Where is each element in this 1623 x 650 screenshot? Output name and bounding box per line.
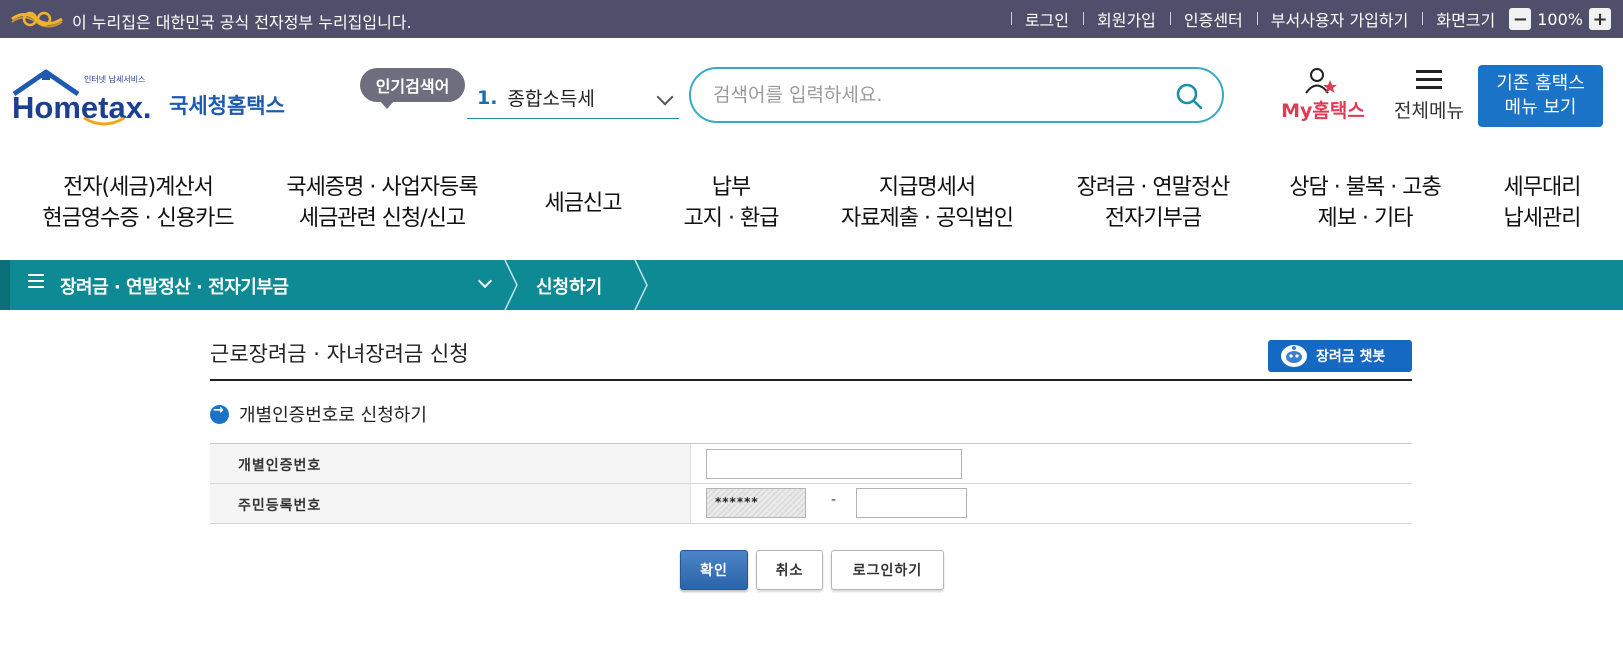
breadcrumb: 장려금 · 연말정산 · 전자기부금 신청하기 xyxy=(0,260,1623,310)
incentive-chatbot-button[interactable]: 장려금 챗봇 xyxy=(1268,340,1412,372)
nav-item-incentives[interactable]: 장려금 · 연말정산 전자기부금 xyxy=(1068,172,1238,234)
breadcrumb-separator-icon xyxy=(634,260,648,310)
popular-term: 종합소득세 xyxy=(507,88,595,110)
nav-item-certificates[interactable]: 국세증명 · 사업자등록 세금관련 신청/신고 xyxy=(282,172,482,234)
confirm-button[interactable]: 확인 xyxy=(680,550,748,590)
screen-size-label: 화면크기 xyxy=(1422,7,1509,31)
page-title: 근로장려금 · 자녀장려금 신청 xyxy=(210,342,469,366)
form-row-rrn: 주민등록번호 ****** - xyxy=(210,484,1412,524)
rrn-back-input[interactable] xyxy=(856,488,967,518)
nav-item-payment[interactable]: 납부 고지 · 환급 xyxy=(676,172,786,234)
zoom-in-button[interactable]: + xyxy=(1589,8,1611,30)
nav-item-consulting[interactable]: 상담 · 불복 · 고충 제보 · 기타 xyxy=(1280,172,1450,234)
gov-links: 로그인 회원가입 인증센터 부서사용자 가입하기 화면크기 − 100% + xyxy=(1010,0,1611,38)
search-icon[interactable] xyxy=(1174,81,1204,111)
login-button[interactable]: 로그인하기 xyxy=(831,550,944,590)
my-hometax-button[interactable]: My홈택스 xyxy=(1273,66,1373,126)
cancel-button[interactable]: 취소 xyxy=(756,550,823,590)
login-link[interactable]: 로그인 xyxy=(1010,7,1083,31)
nav-item-tax-agent[interactable]: 세무대리 납세관리 xyxy=(1492,172,1592,234)
arrow-right-icon xyxy=(210,403,229,424)
breadcrumb-edge xyxy=(0,260,10,310)
hamburger-icon xyxy=(1416,70,1442,90)
chatbot-label: 장려금 챗봇 xyxy=(1316,349,1386,365)
auth-number-label: 개별인증번호 xyxy=(210,444,690,483)
gov-notice-bar: 이 누리집은 대한민국 공식 전자정부 누리집입니다. 로그인 회원가입 인증센… xyxy=(0,0,1623,38)
chatbot-icon xyxy=(1281,345,1307,367)
nav-item-statements[interactable]: 지급명세서 자료제출 · 공익법인 xyxy=(832,172,1022,234)
breadcrumb-level1[interactable]: 장려금 · 연말정산 · 전자기부금 xyxy=(60,273,289,299)
all-menu-button[interactable]: 전체메뉴 xyxy=(1384,66,1474,126)
section-title: 개별인증번호로 신청하기 xyxy=(239,405,427,426)
popular-search-select[interactable]: 1. 종합소득세 xyxy=(467,77,679,119)
main-nav: 전자(세금)계산서 현금영수증 · 신용카드 국세증명 · 사업자등록 세금관련… xyxy=(0,166,1623,246)
egov-logo-icon xyxy=(11,11,63,28)
user-star-icon xyxy=(1305,68,1337,94)
gov-notice-text: 이 누리집은 대한민국 공식 전자정부 누리집입니다. xyxy=(72,13,412,32)
search-input[interactable] xyxy=(713,79,1153,111)
title-divider xyxy=(210,379,1412,381)
rrn-front-masked: ****** xyxy=(706,488,806,518)
auth-number-input[interactable] xyxy=(706,449,962,479)
rrn-cell: ****** - xyxy=(690,484,1412,523)
form-row-auth-number: 개별인증번호 xyxy=(210,444,1412,484)
my-hometax-label: My홈택스 xyxy=(1281,100,1365,122)
form-buttons: 확인 취소 로그인하기 xyxy=(680,550,952,590)
rrn-label: 주민등록번호 xyxy=(210,484,690,523)
popular-search-badge: 인기검색어 xyxy=(360,68,465,109)
logo-wordmark: Hometax. xyxy=(12,90,152,125)
hometax-logo[interactable]: Hometax. 인터넷 납세서비스 국세청홈택스 xyxy=(12,68,285,130)
logo-small-text: 인터넷 납세서비스 xyxy=(84,75,146,84)
search-box xyxy=(689,67,1224,123)
breadcrumb-level2[interactable]: 신청하기 xyxy=(536,273,602,299)
chevron-down-icon[interactable] xyxy=(477,273,493,289)
breadcrumb-separator-icon xyxy=(504,260,518,310)
auth-form: 개별인증번호 주민등록번호 ****** - xyxy=(210,443,1412,524)
all-menu-label: 전체메뉴 xyxy=(1394,100,1464,122)
nav-item-e-invoice[interactable]: 전자(세금)계산서 현금영수증 · 신용카드 xyxy=(38,172,238,234)
nav-item-tax-filing[interactable]: 세금신고 xyxy=(528,188,638,219)
signup-link[interactable]: 회원가입 xyxy=(1083,7,1170,31)
breadcrumb-menu-icon[interactable] xyxy=(28,274,44,290)
popular-rank: 1. xyxy=(477,86,498,109)
rrn-separator: - xyxy=(831,492,837,508)
old-hometax-menu-button[interactable]: 기존 홈택스 메뉴 보기 xyxy=(1478,65,1603,127)
zoom-level: 100% xyxy=(1537,9,1583,29)
dept-user-signup-link[interactable]: 부서사용자 가입하기 xyxy=(1256,7,1423,31)
zoom-out-button[interactable]: − xyxy=(1509,8,1532,30)
site-header: Hometax. 인터넷 납세서비스 국세청홈택스 인기검색어 1. 종합소득세… xyxy=(0,38,1623,148)
section-heading: 개별인증번호로 신청하기 xyxy=(210,401,427,427)
chevron-down-icon xyxy=(656,88,674,106)
logo-korean: 국세청홈택스 xyxy=(169,94,285,118)
auth-number-cell xyxy=(690,444,1412,483)
auth-center-link[interactable]: 인증센터 xyxy=(1169,7,1257,31)
